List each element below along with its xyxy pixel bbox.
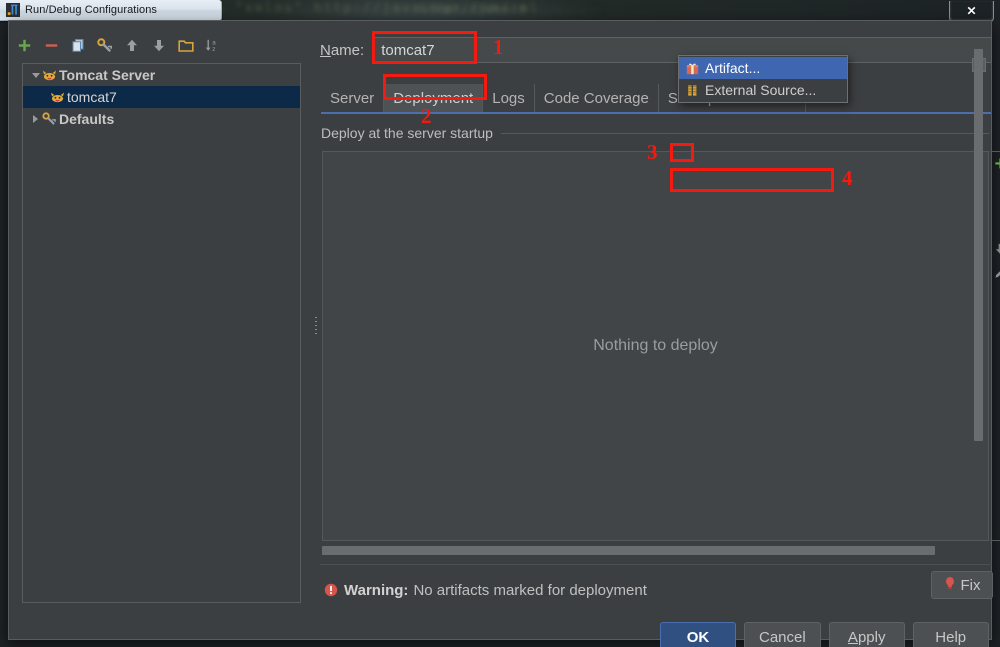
sort-configurations-button[interactable]: a z <box>204 36 222 54</box>
tab-label: Server <box>330 90 374 107</box>
configurations-panel: a z <box>9 21 309 639</box>
tab-label: Logs <box>492 90 525 107</box>
deployment-list[interactable]: Nothing to deploy <box>322 151 989 541</box>
warning-label: Warning: <box>344 582 408 599</box>
wrench-icon <box>42 112 59 126</box>
cancel-button-label: Cancel <box>759 629 806 646</box>
edit-defaults-button[interactable] <box>96 36 114 54</box>
tree-item-label: tomcat7 <box>67 89 117 105</box>
close-icon: ✕ <box>966 4 976 18</box>
tree-item-defaults[interactable]: Defaults <box>23 108 300 130</box>
empty-state-label: Nothing to deploy <box>593 337 718 355</box>
backdrop-code-text-2: http://java.s <box>420 2 527 16</box>
help-button-label: Help <box>935 629 966 646</box>
footer-separator <box>320 564 992 565</box>
configurations-tree[interactable]: Tomcat Server tomcat7 <box>22 63 301 603</box>
apply-button[interactable]: Apply <box>829 622 905 647</box>
menu-item-label: External Source... <box>705 82 816 98</box>
window-title: Run/Debug Configurations <box>25 4 157 16</box>
panel-splitter[interactable] <box>312 21 320 639</box>
menu-item-artifact[interactable]: Artifact... <box>679 57 847 79</box>
deployment-toolbar <box>990 151 1000 541</box>
tree-item-label: Defaults <box>59 111 114 127</box>
splitter-handle-icon <box>315 317 317 335</box>
tree-item-tomcat7[interactable]: tomcat7 <box>23 86 300 108</box>
deploy-group-label: Deploy at the server startup <box>321 125 501 141</box>
run-debug-configurations-dialog: a z <box>8 20 992 640</box>
artifact-icon <box>686 62 705 75</box>
warning-message: No artifacts marked for deployment <box>413 582 646 599</box>
tree-item-tomcat-server[interactable]: Tomcat Server <box>23 64 300 86</box>
tab-label: Code Coverage <box>544 90 649 107</box>
deploy-group-header: Deploy at the server startup <box>321 124 989 142</box>
close-button[interactable]: ✕ <box>949 1 994 22</box>
menu-item-label: Artifact... <box>705 60 760 76</box>
edit-artifact-button[interactable] <box>990 262 1000 284</box>
screen: <app "xmlns" http://java.sun.com/xml htt… <box>0 0 1000 647</box>
move-down-button[interactable] <box>150 36 168 54</box>
fix-button[interactable]: Fix <box>931 571 993 599</box>
dialog-buttons: OK Cancel Apply Help <box>660 622 989 647</box>
add-artifact-menu: Artifact... External Source... <box>678 55 848 103</box>
move-up-button[interactable] <box>123 36 141 54</box>
menu-item-external-source[interactable]: External Source... <box>679 79 847 101</box>
chevron-right-icon[interactable] <box>29 115 42 123</box>
chevron-down-icon[interactable] <box>29 73 42 78</box>
tab-server[interactable]: Server <box>321 84 384 112</box>
ok-button[interactable]: OK <box>660 622 736 647</box>
remove-configuration-button[interactable] <box>42 36 60 54</box>
window-titlebar: Run/Debug Configurations <box>0 0 222 21</box>
configurations-toolbar: a z <box>15 33 301 57</box>
add-artifact-button[interactable] <box>990 152 1000 174</box>
tomcat-icon <box>50 90 67 104</box>
fix-button-label: Fix <box>961 577 981 594</box>
cancel-button[interactable]: Cancel <box>744 622 821 647</box>
tomcat-icon <box>42 68 59 82</box>
tab-deployment[interactable]: Deployment <box>384 84 483 112</box>
copy-configuration-button[interactable] <box>69 36 87 54</box>
configuration-tabs: Server Deployment Logs Code Coverage Sta… <box>321 84 991 114</box>
warning-row: Warning: No artifacts marked for deploym… <box>324 575 1000 605</box>
configuration-editor-panel: Name: Server Deployment Logs Code Covera… <box>320 21 991 639</box>
help-button[interactable]: Help <box>913 622 989 647</box>
tab-logs[interactable]: Logs <box>483 84 535 112</box>
group-separator <box>501 133 989 134</box>
name-label: Name: <box>320 42 364 59</box>
lightbulb-icon <box>944 576 956 595</box>
create-folder-button[interactable] <box>177 36 195 54</box>
horizontal-scrollbar[interactable] <box>322 546 935 555</box>
name-row: Name: <box>320 35 992 65</box>
intellij-idea-icon <box>6 3 20 17</box>
add-configuration-button[interactable] <box>15 36 33 54</box>
error-icon <box>324 583 338 597</box>
vertical-scrollbar[interactable] <box>974 49 983 441</box>
move-down-button[interactable] <box>990 238 1000 260</box>
apply-button-label: Apply <box>848 629 886 646</box>
tree-item-label: Tomcat Server <box>59 67 155 83</box>
svg-text:z: z <box>212 46 215 53</box>
tab-code-coverage[interactable]: Code Coverage <box>535 84 659 112</box>
tab-label: Deployment <box>393 90 473 107</box>
external-source-icon <box>686 84 705 97</box>
ok-button-label: OK <box>687 629 710 646</box>
